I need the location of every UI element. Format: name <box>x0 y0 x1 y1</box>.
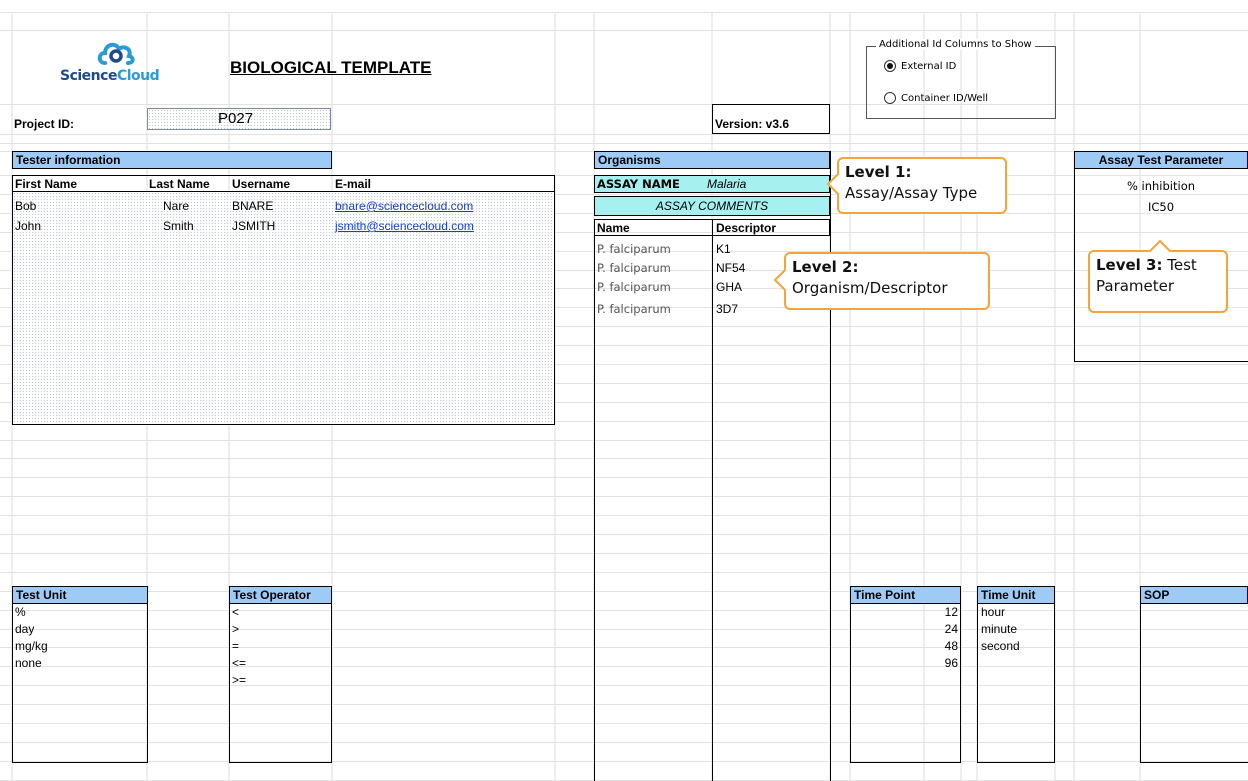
organism-2-descriptor: GHA <box>716 280 743 294</box>
time-unit-header: Time Unit <box>977 586 1055 604</box>
test-unit-item-2: mg/kg <box>15 639 48 653</box>
time-point-item-3: 96 <box>944 656 958 670</box>
test-unit-item-3: none <box>15 656 42 670</box>
callout-level-2-text: Organism/Descriptor <box>792 279 948 297</box>
col-username: Username <box>232 177 291 191</box>
col-email: E-mail <box>335 177 372 191</box>
col-last-name: Last Name <box>149 177 210 191</box>
id-columns-legend: Additional Id Columns to Show <box>876 39 1035 50</box>
time-unit-item-0: hour <box>981 605 1006 619</box>
radio-container-id-circle <box>884 92 896 104</box>
test-operator-header: Test Operator <box>229 586 332 604</box>
time-point-item-1: 24 <box>944 622 958 636</box>
logo-text-science: Science <box>60 68 117 84</box>
tester-1-last: Smith <box>163 219 194 233</box>
tester-1-username: JSMITH <box>232 219 276 233</box>
assay-param-header: Assay Test Parameter <box>1074 151 1248 169</box>
tester-info-header: Tester information <box>12 151 332 169</box>
test-unit-item-0: % <box>15 605 26 619</box>
project-id-label: Project ID: <box>14 117 75 131</box>
test-operator-item-1: > <box>232 622 240 636</box>
organism-0-name: P. falciparum <box>597 242 671 256</box>
assay-param-item-0: % inhibition <box>1126 179 1196 193</box>
organism-3-name: P. falciparum <box>597 302 671 316</box>
callout-level-3-text-1: Test <box>1162 256 1197 274</box>
cloud-icon <box>97 42 135 65</box>
tester-0-first: Bob <box>15 199 37 213</box>
callout-level-3-title: Level 3: <box>1096 256 1163 274</box>
version-label: Version: v3.6 <box>715 117 790 131</box>
col-first-name: First Name <box>15 177 78 191</box>
callout-level-3-text-2: Parameter <box>1096 277 1175 295</box>
time-unit-item-2: second <box>981 639 1020 653</box>
test-operator-item-3: <= <box>232 656 247 670</box>
tester-0-last: Nare <box>163 199 190 213</box>
time-point-header: Time Point <box>850 586 961 604</box>
col-organism-name: Name <box>597 221 630 235</box>
logo-text-cloud: Cloud <box>116 68 160 84</box>
callout-level-3: Level 3: Test Parameter <box>1088 239 1228 313</box>
sciencecloud-logo: ScienceCloud <box>60 38 170 96</box>
test-unit-header: Test Unit <box>12 586 148 604</box>
radio-container-id[interactable]: Container ID/Well <box>884 92 988 104</box>
organism-1-name: P. falciparum <box>597 261 671 275</box>
organisms-header: Organisms <box>594 151 830 169</box>
tester-1-email-link[interactable]: jsmith@sciencecloud.com <box>335 218 474 234</box>
organism-1-descriptor: NF54 <box>716 261 746 275</box>
callout-level-2: Level 2: Organism/Descriptor <box>773 252 990 310</box>
organism-2-name: P. falciparum <box>597 280 671 294</box>
assay-comments-label: ASSAY COMMENTS <box>655 199 769 213</box>
organism-0-descriptor: K1 <box>716 242 731 256</box>
callout-level-2-title: Level 2: <box>792 258 859 276</box>
callout-level-1-title: Level 1: <box>845 163 912 181</box>
test-operator-item-0: < <box>232 605 240 619</box>
callout-level-1: Level 1: Assay/Assay Type <box>826 157 1007 214</box>
test-unit-item-1: day <box>15 622 35 636</box>
radio-container-id-label: Container ID/Well <box>901 93 989 104</box>
callout-level-1-text: Assay/Assay Type <box>845 184 978 202</box>
test-operator-item-4: >= <box>232 673 247 687</box>
assay-name-value: Malaria <box>707 177 747 191</box>
organism-3-descriptor: 3D7 <box>716 302 739 316</box>
col-descriptor: Descriptor <box>716 221 777 235</box>
sop-header: SOP <box>1140 586 1248 604</box>
test-operator-item-2: = <box>232 639 240 653</box>
radio-external-id-label: External ID <box>901 61 957 72</box>
time-unit-item-1: minute <box>981 622 1018 636</box>
id-columns-groupbox <box>866 46 1056 119</box>
radio-external-id[interactable]: External ID <box>884 60 956 72</box>
assay-name-label: ASSAY NAME <box>597 177 680 191</box>
page-title: BIOLOGICAL TEMPLATE <box>230 58 432 77</box>
project-id-value: P027 <box>218 110 254 127</box>
time-point-item-0: 12 <box>944 605 958 619</box>
sop-list[interactable] <box>1140 604 1248 763</box>
tester-0-username: BNARE <box>232 199 274 213</box>
time-point-item-2: 48 <box>944 639 958 653</box>
radio-external-id-circle <box>884 60 896 72</box>
tester-1-first: John <box>15 219 42 233</box>
tester-0-email-link[interactable]: bnare@sciencecloud.com <box>335 198 473 214</box>
assay-param-item-1: IC50 <box>1147 200 1175 214</box>
